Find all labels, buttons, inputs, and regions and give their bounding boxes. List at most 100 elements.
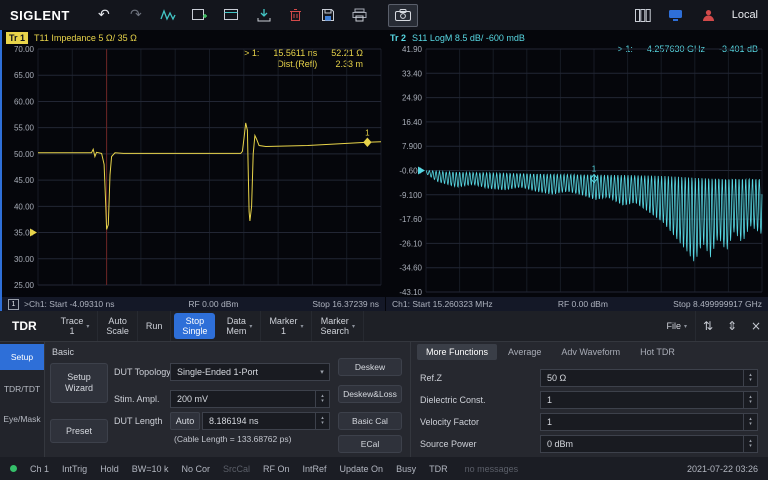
status-led-icon [10, 465, 17, 472]
cal-button-ecal[interactable]: ECal [338, 435, 402, 453]
more-functions-tabs: More FunctionsAverageAdv WaveformHot TDR [417, 344, 684, 360]
spinner-arrows-icon[interactable]: ▴▾ [315, 391, 329, 407]
tdr-menu-data-mem[interactable]: DataMem▾ [218, 311, 261, 341]
side-tab-tdr-tdt[interactable]: TDR/TDT [0, 376, 44, 402]
s11-logmag-panel[interactable]: Tr 2 S11 LogM 8.5 dB/ -600 mdB > 1:4.257… [386, 30, 768, 311]
trace1-header[interactable]: Tr 1 T11 Impedance 5 Ω/ 35 Ω [6, 31, 137, 45]
y-tick-label: -26.10 [399, 239, 422, 248]
load-icon[interactable] [254, 5, 274, 25]
tdr-menu-run[interactable]: Run [138, 311, 172, 341]
status-item-busy: Busy [396, 464, 416, 474]
dut-topology-label: DUT Topology [114, 363, 171, 381]
y-tick-label: 41.90 [402, 45, 423, 54]
layout-columns-icon[interactable] [633, 5, 653, 25]
left-graph-footer: 1 >Ch1: Start -4.09310 ns RF 0.00 dBm St… [2, 297, 385, 311]
status-item-update-on: Update On [340, 464, 384, 474]
field-label-source-power: Source Power [420, 435, 477, 453]
status-item-no-cor: No Cor [181, 464, 210, 474]
marker-1-diamond[interactable] [364, 138, 371, 146]
field-input-velocity-factor[interactable]: 1▴▾ [540, 413, 758, 431]
redo-icon[interactable]: ↷ [126, 5, 146, 25]
tab-hot-tdr[interactable]: Hot TDR [631, 344, 684, 360]
network-icon[interactable] [666, 5, 686, 25]
tdr-menu-marker-search[interactable]: MarkerSearch▾ [312, 311, 364, 341]
trace2-header[interactable]: Tr 2 S11 LogM 8.5 dB/ -600 mdB [390, 31, 525, 45]
field-value: 1 [541, 417, 743, 427]
cal-button-basic-cal[interactable]: Basic Cal [338, 412, 402, 430]
tdr-menu-marker-1[interactable]: Marker1▾ [261, 311, 312, 341]
left-start-label: >Ch1: Start -4.09310 ns [24, 299, 115, 309]
field-input-dielectric-const-[interactable]: 1▴▾ [540, 391, 758, 409]
channel1-badge[interactable]: 1 [8, 299, 19, 310]
local-label[interactable]: Local [732, 9, 758, 21]
y-tick-label: 30.00 [14, 255, 35, 264]
y-tick-label: -43.10 [399, 288, 422, 297]
spinner-arrows-icon[interactable]: ▴▾ [743, 436, 757, 452]
trace1-badge[interactable]: Tr 1 [6, 32, 28, 44]
chevron-down-icon: ▾ [684, 323, 687, 330]
status-item-inttrig: IntTrig [62, 464, 87, 474]
side-tab-setup[interactable]: Setup [0, 344, 44, 370]
panel-close-icon[interactable]: × [744, 311, 768, 341]
cal-button-deskew-loss[interactable]: Deskew&Loss [338, 385, 402, 403]
left-rf-label: RF 0.00 dBm [115, 299, 313, 309]
toolbar-right-group: Local [633, 5, 758, 25]
status-datetime: 2021-07-22 03:26 [687, 464, 758, 474]
dut-length-auto-button[interactable]: Auto [170, 412, 200, 430]
tab-more-functions[interactable]: More Functions [417, 344, 497, 360]
stim-ampl-label: Stim. Ampl. [114, 390, 160, 408]
delete-icon[interactable] [286, 5, 306, 25]
undo-icon[interactable]: ↶ [94, 5, 114, 25]
marker-1-label: 1 [592, 165, 597, 174]
save-icon[interactable] [318, 5, 338, 25]
preset-button[interactable]: Preset [50, 419, 108, 443]
file-menu-label: File [666, 321, 681, 331]
chevron-down-icon: ▾ [352, 323, 355, 330]
window-icon[interactable] [222, 5, 242, 25]
instrument-screen: SIGLENT ↶↷ Local Tr 1 T11 Impedance 5 Ω/… [0, 0, 768, 480]
stim-ampl-stepper[interactable]: 200 mV ▴▾ [170, 390, 330, 408]
remote-user-icon[interactable] [699, 5, 719, 25]
status-items: Ch 1IntTrigHoldBW=10 kNo CorSrcCalRF OnI… [30, 464, 448, 474]
tab-average[interactable]: Average [499, 344, 550, 360]
tab-adv-waveform[interactable]: Adv Waveform [552, 344, 629, 360]
y-tick-label: 50.00 [14, 150, 35, 159]
side-tab-eye-mask[interactable]: Eye/Mask [0, 406, 44, 432]
status-item-rf-on: RF On [263, 464, 290, 474]
dut-topology-select[interactable]: Single-Ended 1-Port ▾ [170, 363, 330, 381]
dut-length-stepper[interactable]: 8.186194 ns ▴▾ [202, 412, 330, 430]
y-tick-label: -34.60 [399, 264, 422, 273]
y-tick-label: 24.90 [402, 94, 423, 103]
spinner-arrows-icon[interactable]: ▴▾ [743, 414, 757, 430]
panel-resize-icon[interactable]: ⇕ [720, 311, 744, 341]
status-item-intref: IntRef [303, 464, 327, 474]
printer-icon[interactable] [350, 5, 370, 25]
tdr-menu-stop-single[interactable]: StopSingle [174, 313, 215, 339]
tdr-menu-right: File ▾ ⇅⇕× [658, 311, 768, 341]
tdr-menu-auto-scale[interactable]: AutoScale [98, 311, 138, 341]
panel-updown-icon[interactable]: ⇅ [696, 311, 720, 341]
setup-wizard-button[interactable]: SetupWizard [50, 363, 108, 403]
right-rf-label: RF 0.00 dBm [493, 299, 674, 309]
field-input-source-power[interactable]: 0 dBm▴▾ [540, 435, 758, 453]
tdr-menu-trace-1[interactable]: Trace1▾ [53, 311, 99, 341]
window-add-icon[interactable] [190, 5, 210, 25]
screenshot-camera-icon[interactable] [388, 4, 418, 27]
top-toolbar: SIGLENT ↶↷ Local [0, 0, 768, 30]
tdr-side-tabs: Setup TDR/TDT Eye/Mask [0, 342, 45, 457]
file-menu-button[interactable]: File ▾ [658, 311, 696, 341]
y-tick-label: 45.00 [14, 176, 35, 185]
spinner-arrows-icon[interactable]: ▴▾ [315, 413, 329, 429]
field-input-ref-z[interactable]: 50 Ω▴▾ [540, 369, 758, 387]
y-tick-label: 70.00 [14, 45, 35, 54]
tdr-impedance-panel[interactable]: Tr 1 T11 Impedance 5 Ω/ 35 Ω > 1:15.5611… [0, 30, 385, 311]
cal-button-deskew[interactable]: Deskew [338, 358, 402, 376]
impedance-plot[interactable]: 70.0065.0060.0055.0050.0045.0040.0035.00… [2, 45, 385, 297]
logmag-plot[interactable]: 41.9033.4024.9016.407.900-0.600-9.100-17… [386, 45, 768, 297]
marker-wave-icon[interactable] [158, 5, 178, 25]
trace2-badge[interactable]: Tr 2 [390, 33, 406, 43]
spinner-arrows-icon[interactable]: ▴▾ [743, 370, 757, 386]
field-value: 50 Ω [541, 373, 743, 383]
spinner-arrows-icon[interactable]: ▴▾ [743, 392, 757, 408]
chevron-down-icon: ▾ [315, 368, 329, 376]
